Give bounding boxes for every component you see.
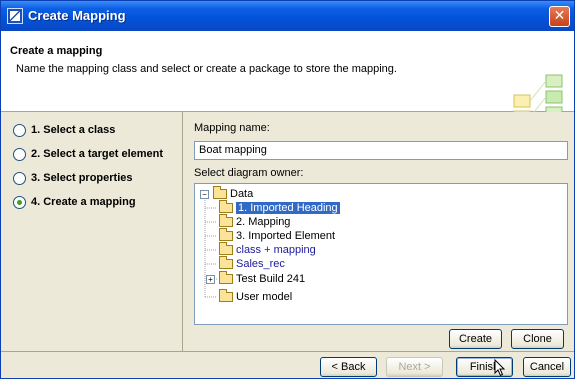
step-label: 4. Create a mapping: [31, 196, 136, 208]
radio-button[interactable]: [13, 123, 26, 137]
tree-item-user-model[interactable]: User model: [219, 289, 293, 304]
mapping-name-label: Mapping name:: [194, 122, 270, 134]
tree-item-imported-heading[interactable]: 1. Imported Heading: [219, 200, 340, 215]
tree-item-sales-rec[interactable]: Sales_rec: [219, 256, 285, 271]
app-icon: [7, 8, 23, 24]
folder-icon: [219, 214, 233, 227]
step-select-class[interactable]: 1. Select a class: [13, 122, 115, 138]
diagram-owner-tree[interactable]: − Data 1. Imported Heading 2. Mapping 3.…: [194, 183, 568, 325]
cancel-button[interactable]: Cancel: [523, 357, 571, 377]
tree-item-label-selected: 1. Imported Heading: [236, 202, 340, 214]
clone-button[interactable]: Clone: [511, 329, 564, 349]
tree-item-class-mapping[interactable]: class + mapping: [219, 242, 316, 257]
tree-item-label: Test Build 241: [236, 273, 306, 285]
header-description: Name the mapping class and select or cre…: [16, 63, 397, 75]
step-label: 2. Select a target element: [31, 148, 164, 160]
window-title: Create Mapping: [28, 8, 126, 23]
tree-item-label: class + mapping: [236, 244, 316, 256]
header-title: Create a mapping: [10, 45, 103, 57]
back-button[interactable]: < Back: [320, 357, 377, 377]
title-bar[interactable]: Create Mapping ✕: [1, 1, 574, 31]
folder-icon: [219, 256, 233, 269]
radio-button[interactable]: [13, 171, 26, 185]
tree-item-label: Sales_rec: [236, 258, 285, 270]
step-select-target-element[interactable]: 2. Select a target element: [13, 146, 163, 162]
create-mapping-dialog: Create Mapping ✕ Create a mapping Name t…: [0, 0, 575, 379]
tree-item-label: 3. Imported Element: [236, 230, 336, 242]
mapping-name-input[interactable]: Boat mapping: [194, 141, 568, 160]
close-button[interactable]: ✕: [549, 6, 570, 27]
tree-item-label: 2. Mapping: [236, 216, 291, 228]
step-label: 3. Select properties: [31, 172, 133, 184]
radio-button[interactable]: [13, 147, 26, 161]
radio-button-selected[interactable]: [13, 195, 26, 209]
tree-item-imported-element[interactable]: 3. Imported Element: [219, 228, 336, 243]
step-label: 1. Select a class: [31, 124, 116, 136]
folder-icon: [219, 289, 233, 302]
step-create-mapping[interactable]: 4. Create a mapping: [13, 194, 136, 210]
next-button[interactable]: Next >: [386, 357, 443, 377]
folder-icon: [219, 200, 233, 213]
mouse-pointer-icon: [494, 359, 506, 377]
tree-item-test-build[interactable]: + Test Build 241: [206, 271, 306, 286]
tree-item-data[interactable]: − Data: [200, 186, 254, 201]
tree-item-mapping[interactable]: 2. Mapping: [219, 214, 291, 229]
tree-item-label: Data: [230, 188, 254, 200]
expand-icon[interactable]: +: [206, 274, 215, 284]
folder-icon: [219, 228, 233, 241]
wizard-header: Create a mapping Name the mapping class …: [1, 31, 574, 124]
tree-item-label: User model: [236, 291, 293, 303]
collapse-icon[interactable]: −: [200, 189, 209, 199]
folder-icon: [219, 271, 233, 284]
folder-icon: [213, 186, 227, 199]
diagram-owner-label: Select diagram owner:: [194, 167, 304, 179]
step-select-properties[interactable]: 3. Select properties: [13, 170, 133, 186]
create-button[interactable]: Create: [449, 329, 502, 349]
folder-icon: [219, 242, 233, 255]
